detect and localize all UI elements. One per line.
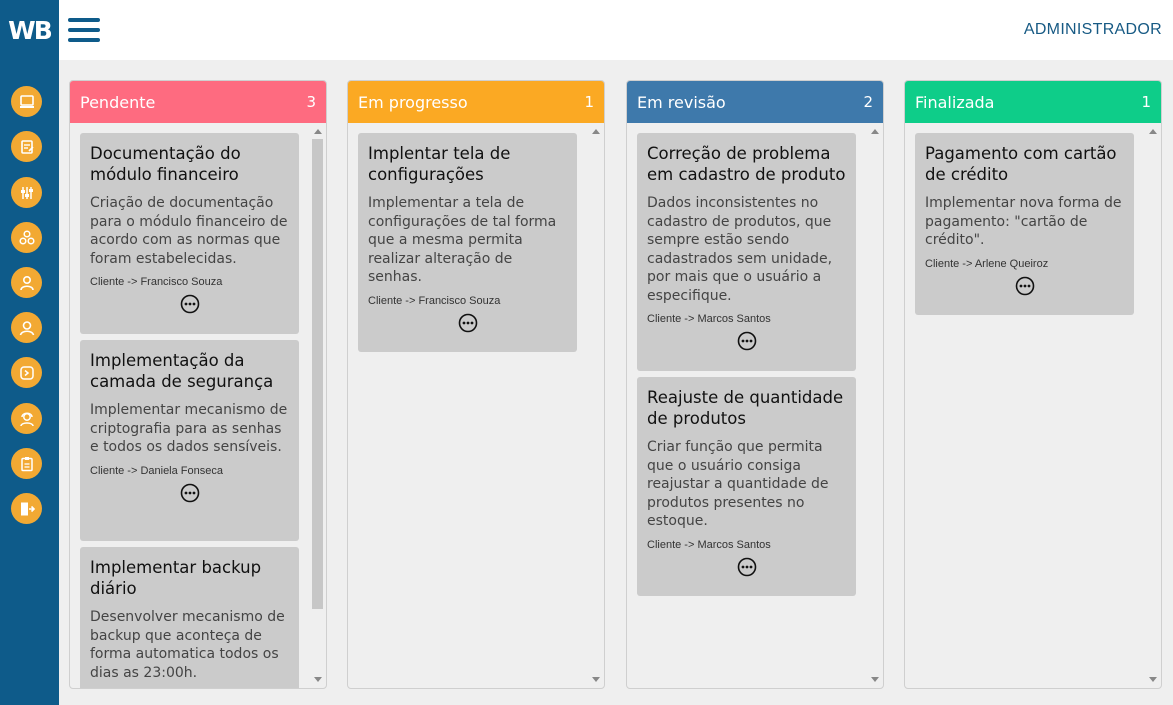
task-card[interactable]: Implementar backup diário Desenvolver me… bbox=[80, 547, 299, 688]
column-title: Pendente bbox=[80, 92, 156, 112]
column-title: Finalizada bbox=[915, 92, 995, 112]
column-pendente: Pendente 3 Documentação do módulo financ… bbox=[69, 80, 327, 689]
sidebar-item-modules[interactable] bbox=[11, 222, 42, 253]
card-title: Pagamento com cartão de crédito bbox=[925, 144, 1117, 184]
card-title: Implentar tela de configurações bbox=[368, 144, 511, 184]
app-logo[interactable]: WB bbox=[0, 0, 59, 60]
modules-icon bbox=[18, 229, 35, 245]
column-finalizada: Finalizada 1 Pagamento com cartão de cré… bbox=[904, 80, 1162, 689]
column-count: 2 bbox=[863, 93, 873, 111]
card-client: Cliente -> Daniela Fonseca bbox=[90, 464, 223, 477]
column-title: Em revisão bbox=[637, 92, 726, 112]
card-title: Implementar backup diário bbox=[90, 558, 262, 598]
computer-icon bbox=[19, 94, 34, 108]
card-description: Criar função que permita que o usuário c… bbox=[647, 439, 829, 529]
logo-text: WB bbox=[8, 15, 53, 45]
card-title: Reajuste de quantidade de produtos bbox=[647, 388, 844, 428]
column-em-revisao: Em revisão 2 Correção de problema em cad… bbox=[626, 80, 884, 689]
task-card[interactable]: Correção de problema em cadastro de prod… bbox=[637, 133, 856, 371]
card-description: Implementar mecanismo de criptografia pa… bbox=[90, 402, 288, 455]
card-client: Cliente -> Marcos Santos bbox=[647, 538, 771, 551]
more-options-icon[interactable] bbox=[458, 313, 478, 333]
card-description: Desenvolver mecanismo de backup que acon… bbox=[90, 609, 285, 681]
hamburger-line bbox=[68, 18, 100, 22]
card-client: Cliente -> Arlene Queiroz bbox=[925, 257, 1049, 270]
column-title: Em progresso bbox=[358, 92, 468, 112]
more-options-icon[interactable] bbox=[737, 557, 757, 577]
column-body: Implentar tela de configurações Implemen… bbox=[348, 123, 604, 688]
task-card[interactable]: Implentar tela de configurações Implemen… bbox=[358, 133, 577, 352]
card-client: Cliente -> Marcos Santos bbox=[647, 313, 771, 325]
column-scrollbar[interactable] bbox=[588, 123, 604, 688]
scroll-down-arrow-icon[interactable] bbox=[1149, 677, 1157, 682]
column-count: 3 bbox=[306, 93, 316, 111]
card-description: Dados inconsistentes no cadastro de prod… bbox=[647, 195, 833, 304]
sidebar-item-clients[interactable] bbox=[11, 312, 42, 343]
card-title: Implementação da camada de segurança bbox=[90, 351, 274, 391]
more-options-icon[interactable] bbox=[1015, 276, 1035, 296]
user-icon bbox=[19, 275, 34, 290]
card-title: Documentação do módulo financeiro bbox=[90, 144, 241, 184]
column-scrollbar[interactable] bbox=[867, 123, 883, 688]
task-card[interactable]: Reajuste de quantidade de produtos Criar… bbox=[637, 377, 856, 596]
sliders-icon bbox=[20, 186, 33, 199]
column-count: 1 bbox=[1141, 93, 1151, 111]
hamburger-line bbox=[68, 28, 100, 32]
scroll-up-arrow-icon[interactable] bbox=[314, 129, 322, 134]
scroll-up-arrow-icon[interactable] bbox=[871, 129, 879, 134]
scroll-thumb[interactable] bbox=[312, 139, 323, 609]
column-scrollbar[interactable] bbox=[310, 123, 326, 688]
column-header: Finalizada 1 bbox=[905, 81, 1161, 123]
task-card[interactable]: Implementação da camada de segurança Imp… bbox=[80, 340, 299, 541]
sidebar-item-logout[interactable] bbox=[11, 493, 42, 524]
terminal-icon bbox=[19, 365, 34, 380]
column-header: Em progresso 1 bbox=[348, 81, 604, 123]
sidebar-item-support[interactable] bbox=[11, 403, 42, 434]
top-bar: WB ADMINISTRADOR bbox=[0, 0, 1173, 60]
sidebar-item-dashboard[interactable] bbox=[11, 86, 42, 117]
column-body: Documentação do módulo financeiro Criaçã… bbox=[70, 123, 326, 688]
menu-toggle-button[interactable] bbox=[68, 16, 100, 44]
scroll-up-arrow-icon[interactable] bbox=[592, 129, 600, 134]
sidebar-item-tasks[interactable] bbox=[11, 131, 42, 162]
card-title: Correção de problema em cadastro de prod… bbox=[647, 144, 846, 184]
card-client: Cliente -> Francisco Souza bbox=[368, 294, 501, 307]
card-description: Criação de documentação para o módulo fi… bbox=[90, 195, 288, 267]
more-options-icon[interactable] bbox=[180, 294, 200, 314]
sidebar-item-users[interactable] bbox=[11, 267, 42, 298]
more-options-icon[interactable] bbox=[180, 483, 200, 503]
scroll-down-arrow-icon[interactable] bbox=[314, 677, 322, 682]
sidebar-item-reports[interactable] bbox=[11, 448, 42, 479]
column-em-progresso: Em progresso 1 Implentar tela de configu… bbox=[347, 80, 605, 689]
edit-document-icon bbox=[20, 139, 34, 154]
column-body: Pagamento com cartão de crédito Implemen… bbox=[905, 123, 1161, 688]
more-options-icon[interactable] bbox=[737, 331, 757, 351]
scroll-down-arrow-icon[interactable] bbox=[871, 677, 879, 682]
support-agent-icon bbox=[19, 412, 34, 426]
logout-icon bbox=[20, 502, 35, 515]
sidebar-item-settings[interactable] bbox=[11, 177, 42, 208]
task-card[interactable]: Pagamento com cartão de crédito Implemen… bbox=[915, 133, 1134, 315]
column-header: Pendente 3 bbox=[70, 81, 326, 123]
task-card[interactable]: Documentação do módulo financeiro Criaçã… bbox=[80, 133, 299, 334]
user-circle-icon bbox=[19, 320, 34, 335]
scroll-down-arrow-icon[interactable] bbox=[592, 677, 600, 682]
card-description: Implementar nova forma de pagamento: "ca… bbox=[925, 195, 1122, 248]
hamburger-line bbox=[68, 38, 100, 42]
card-client: Cliente -> Francisco Souza bbox=[90, 276, 223, 288]
clipboard-icon bbox=[20, 456, 33, 471]
sidebar-item-console[interactable] bbox=[11, 357, 42, 388]
column-header: Em revisão 2 bbox=[627, 81, 883, 123]
column-count: 1 bbox=[584, 93, 594, 111]
column-scrollbar[interactable] bbox=[1145, 123, 1161, 688]
sidebar bbox=[0, 60, 59, 705]
scroll-up-arrow-icon[interactable] bbox=[1149, 129, 1157, 134]
card-description: Implementar a tela de configurações de t… bbox=[368, 195, 557, 285]
column-body: Correção de problema em cadastro de prod… bbox=[627, 123, 883, 688]
user-menu[interactable]: ADMINISTRADOR bbox=[1024, 21, 1162, 39]
